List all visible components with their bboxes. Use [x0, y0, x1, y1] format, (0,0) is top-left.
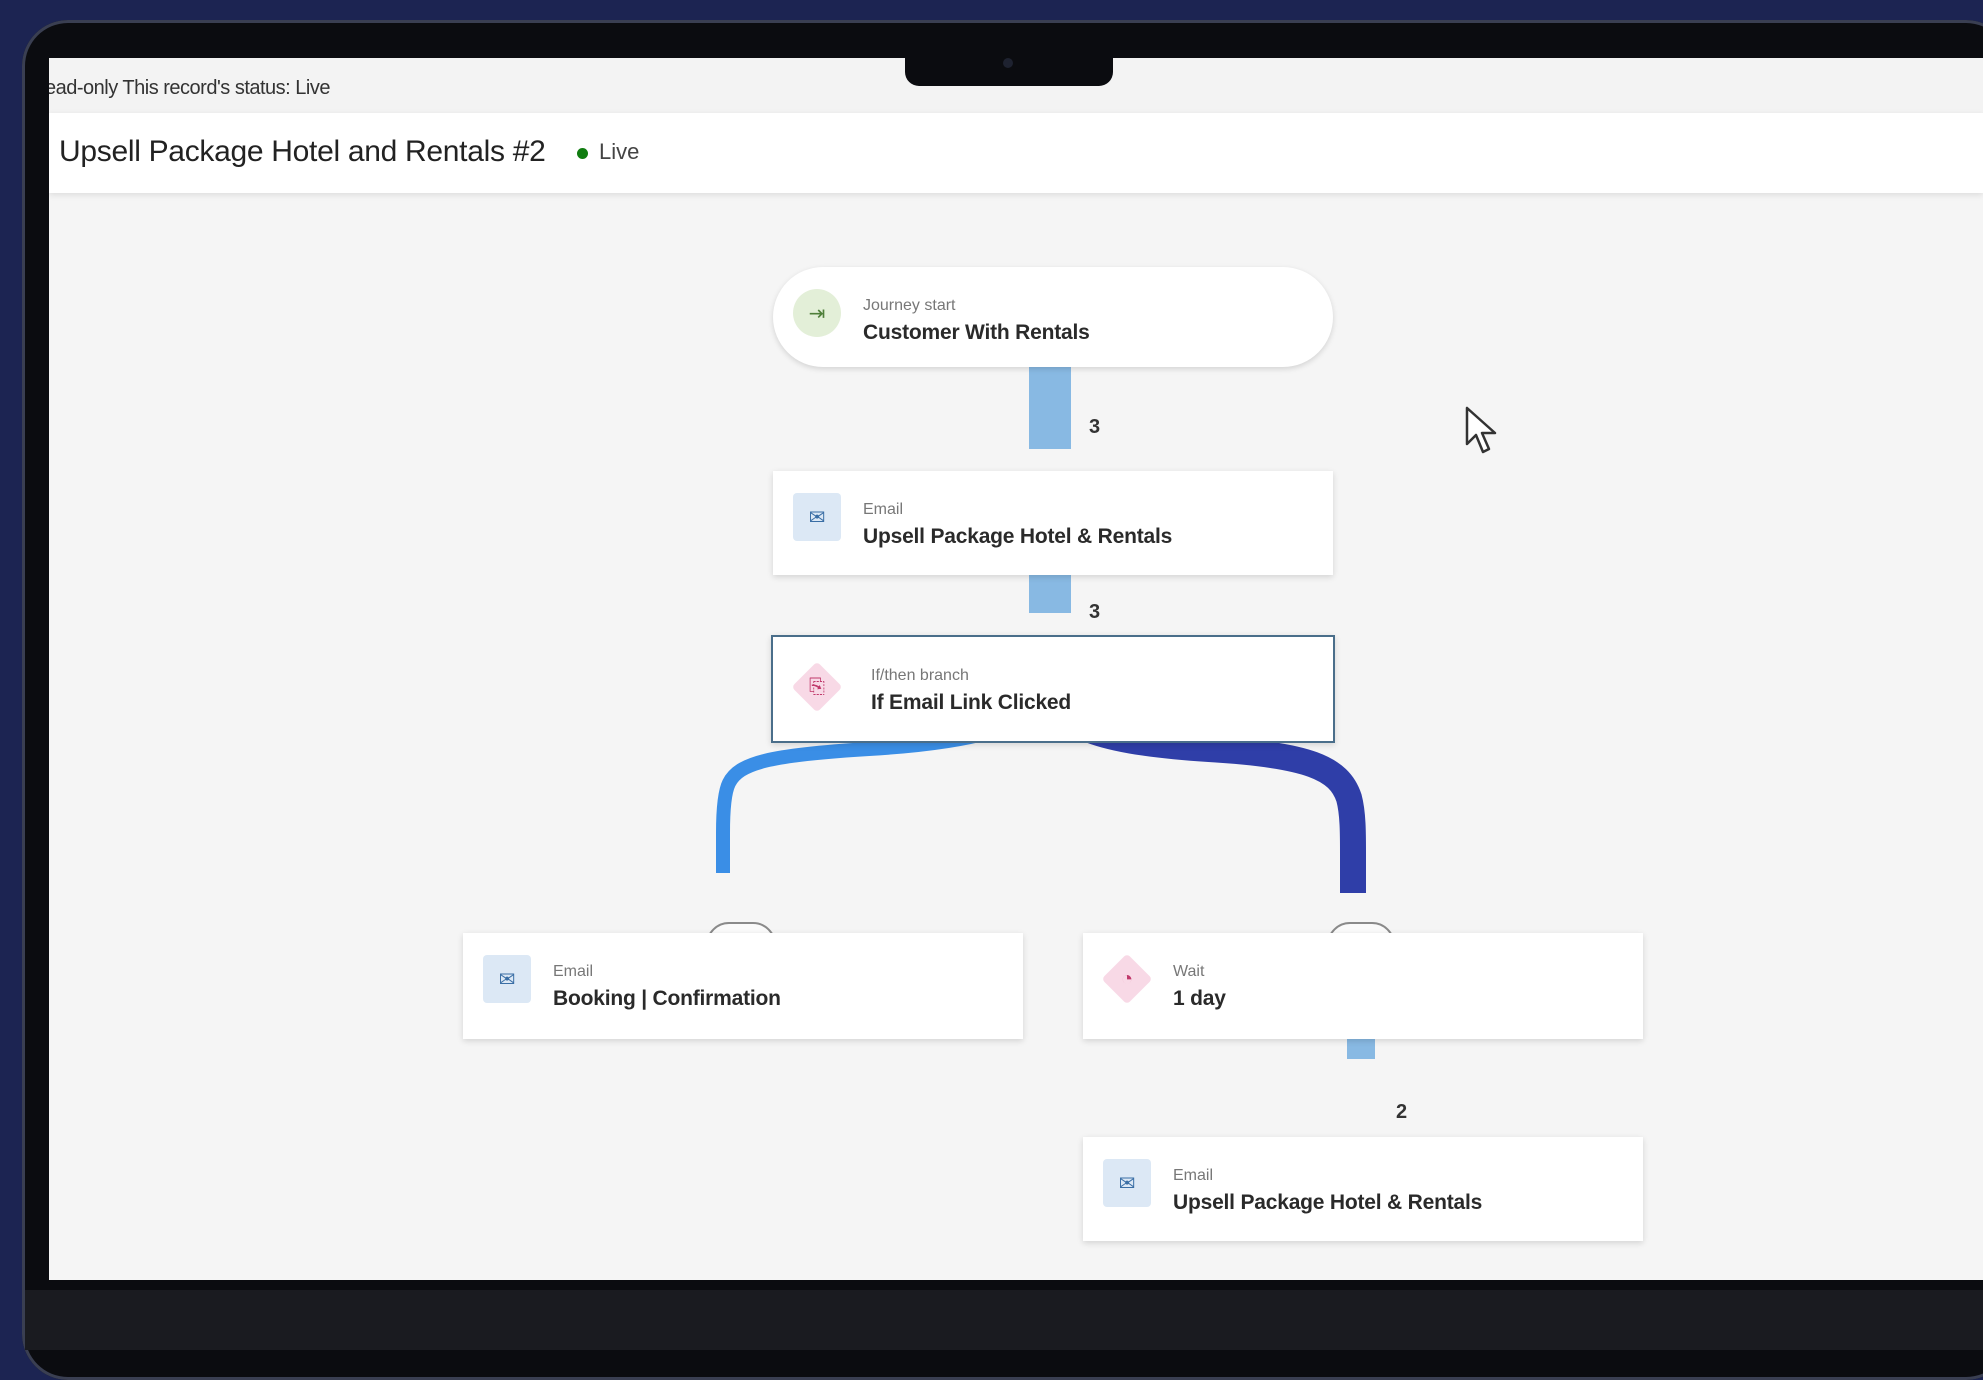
node-kind: Journey start — [863, 297, 956, 314]
node-kind: Wait — [1173, 963, 1205, 980]
node-name: 1 day — [1173, 987, 1226, 1010]
wait-node[interactable]: ◔ Wait 1 day — [1083, 933, 1643, 1039]
node-kind: Email — [863, 501, 904, 518]
journey-title: Upsell Package Hotel and Rentals #2 — [59, 135, 546, 168]
count-start-email: 3 — [1089, 416, 1101, 438]
email-node-upsell[interactable]: ✉ Email Upsell Package Hotel & Rentals — [773, 471, 1333, 575]
mouse-pointer-icon — [1465, 406, 1497, 454]
email-node-booking[interactable]: ✉ Email Booking | Confirmation — [463, 933, 1023, 1039]
journey-header: Upsell Package Hotel and Rentals #2 Live — [49, 113, 1983, 193]
node-kind: If/then branch — [871, 667, 969, 684]
branch-icon: ⎘ — [793, 663, 841, 711]
mail-icon: ✉ — [483, 955, 531, 1003]
live-status-dot — [577, 148, 588, 159]
node-name: Upsell Package Hotel & Rentals — [1173, 1191, 1483, 1214]
enter-icon: ⇥ — [793, 289, 841, 337]
branch-node[interactable]: ⎘ If/then branch If Email Link Clicked — [771, 635, 1335, 743]
live-status-label: Live — [599, 139, 640, 164]
journey-canvas[interactable]: 3 3 1 2 2 Yes No ⇥ Journey start Custome… — [49, 193, 1983, 1280]
count-wait-email: 2 — [1396, 1101, 1408, 1123]
journey-start-node[interactable]: ⇥ Journey start Customer With Rentals — [773, 267, 1333, 367]
laptop-chin — [25, 1290, 1983, 1350]
app-screen: ead-only This record's status: Live Upse… — [49, 58, 1983, 1280]
node-name: Upsell Package Hotel & Rentals — [863, 525, 1173, 548]
camera-notch — [905, 48, 1113, 86]
mail-icon: ✉ — [793, 493, 841, 541]
timer-icon: ◔ — [1103, 955, 1151, 1003]
node-kind: Email — [553, 963, 594, 980]
node-name: Booking | Confirmation — [553, 987, 781, 1010]
email-node-upsell-followup[interactable]: ✉ Email Upsell Package Hotel & Rentals — [1083, 1137, 1643, 1241]
count-email-branch: 3 — [1089, 601, 1101, 623]
connector-start-email — [1029, 353, 1071, 449]
node-name: Customer With Rentals — [863, 321, 1090, 344]
node-name: If Email Link Clicked — [871, 691, 1072, 714]
camera-icon — [1003, 58, 1013, 68]
node-kind: Email — [1173, 1167, 1214, 1184]
mail-icon: ✉ — [1103, 1159, 1151, 1207]
